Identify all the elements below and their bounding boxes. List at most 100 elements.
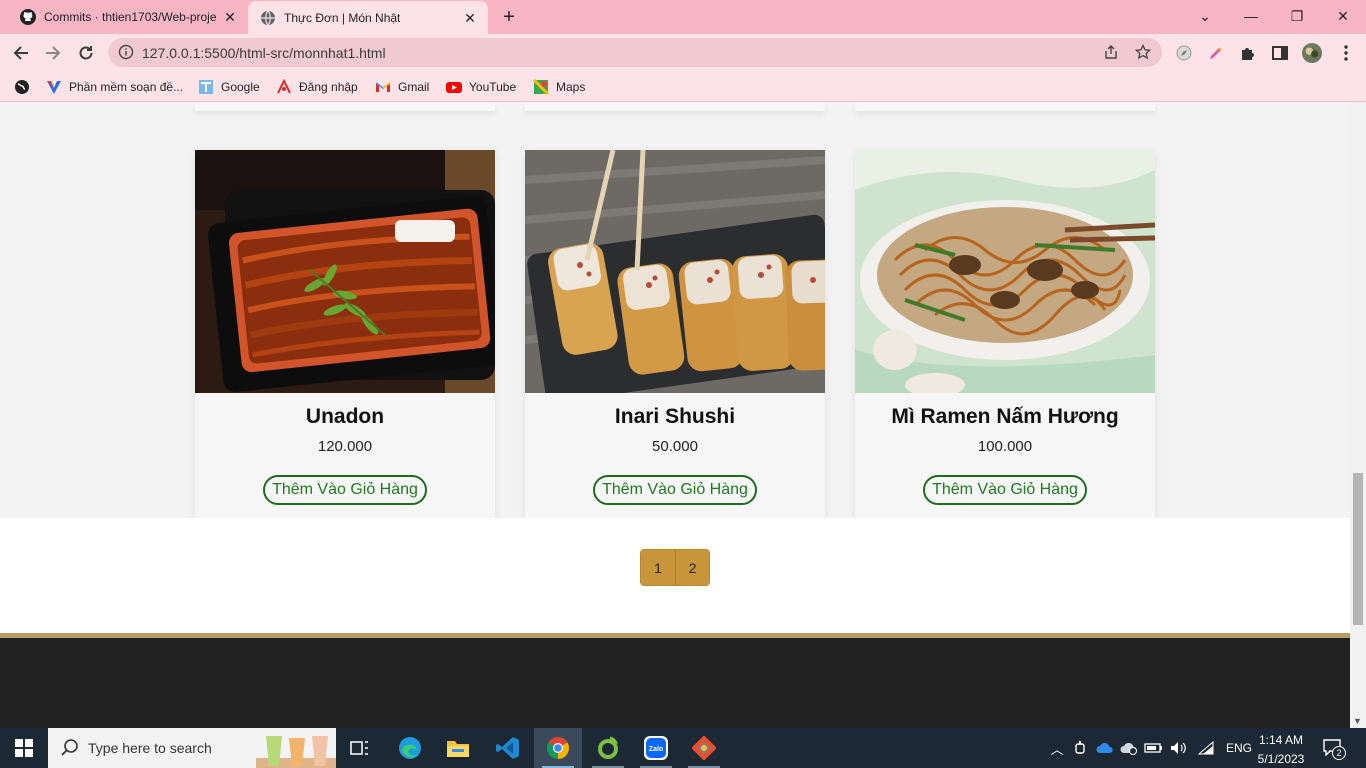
task-view-icon[interactable] bbox=[336, 728, 384, 768]
zalo-icon[interactable]: Zalo bbox=[632, 728, 680, 768]
bookmark-gmail[interactable]: Gmail bbox=[375, 78, 429, 96]
maps-icon bbox=[533, 79, 549, 95]
bubble-tea-icon bbox=[256, 736, 336, 768]
bookmark-google[interactable]: Google bbox=[198, 78, 260, 96]
add-to-cart-button[interactable]: Thêm Vào Giỏ Hàng bbox=[593, 475, 757, 505]
wifi-icon[interactable] bbox=[1198, 741, 1214, 755]
onedrive-sync-icon[interactable] bbox=[1120, 741, 1138, 755]
bookmarks-bar: Phần mềm soạn đề... Google Đăng nhập Gma… bbox=[0, 72, 1366, 102]
battery-icon[interactable] bbox=[1144, 742, 1164, 754]
share-icon[interactable] bbox=[1102, 43, 1120, 61]
chrome-menu-icon[interactable] bbox=[1336, 43, 1356, 63]
bookmark-maps[interactable]: Maps bbox=[533, 78, 585, 96]
tab-thuc-don[interactable]: Thực Đơn | Món Nhật ✕ bbox=[248, 1, 488, 34]
scrollbar-thumb[interactable] bbox=[1353, 473, 1363, 625]
world-icon bbox=[15, 80, 29, 94]
bookmark-label: Đăng nhập bbox=[299, 80, 358, 94]
windows-logo-icon bbox=[15, 739, 33, 757]
edge-browser-icon[interactable] bbox=[386, 728, 434, 768]
system-clock[interactable]: 1:14 AM 5/1/2023 bbox=[1250, 732, 1312, 767]
url-text: 127.0.0.1:5500/html-src/monnhat1.html bbox=[142, 45, 386, 61]
globe-icon bbox=[261, 10, 275, 25]
onedrive-cloud-icon[interactable] bbox=[1096, 742, 1114, 754]
notification-count-badge: 2 bbox=[1332, 746, 1346, 760]
gmail-icon bbox=[375, 82, 391, 92]
product-card-unadon: Unadon 120.000 Thêm Vào Giỏ Hàng bbox=[195, 150, 495, 520]
reload-icon[interactable] bbox=[73, 40, 99, 66]
bookmark-label: Maps bbox=[556, 80, 586, 94]
input-language[interactable]: ENG bbox=[1226, 741, 1252, 755]
bookmark-world[interactable] bbox=[14, 78, 37, 96]
svg-text:Zalo: Zalo bbox=[649, 746, 663, 753]
file-explorer-icon[interactable] bbox=[434, 728, 482, 768]
address-bar[interactable]: 127.0.0.1:5500/html-src/monnhat1.html bbox=[108, 38, 1162, 67]
bookmark-label: YouTube bbox=[469, 80, 517, 94]
system-tray: ︿ ENG bbox=[1048, 728, 1252, 768]
scroll-down-arrow-icon[interactable]: ▼ bbox=[1353, 716, 1362, 726]
vscode-icon[interactable] bbox=[484, 728, 532, 768]
youtube-icon bbox=[446, 82, 462, 93]
taskbar-search-box[interactable]: Type here to search bbox=[48, 728, 336, 768]
bookmark-label: Phần mềm soạn đề... bbox=[69, 80, 184, 94]
previous-card-bottom bbox=[195, 103, 495, 111]
page-button-2[interactable]: 2 bbox=[675, 550, 709, 585]
tab-commits[interactable]: Commits · thtien1703/Web-proje ✕ bbox=[8, 0, 248, 34]
search-placeholder: Type here to search bbox=[88, 740, 212, 756]
windows-taskbar: Type here to search Zalo ︿ ENG 1:14 AM 5… bbox=[0, 728, 1366, 768]
bookmark-dang-nhap[interactable]: Đăng nhập bbox=[276, 78, 358, 96]
meet-now-icon[interactable] bbox=[1074, 740, 1088, 756]
add-to-cart-button[interactable]: Thêm Vào Giỏ Hàng bbox=[263, 475, 427, 505]
unadon-image bbox=[195, 150, 495, 393]
side-panel-icon[interactable] bbox=[1270, 43, 1290, 63]
restore-button[interactable]: ❐ bbox=[1274, 0, 1320, 32]
footer bbox=[0, 638, 1350, 728]
close-tab-icon[interactable]: ✕ bbox=[462, 10, 478, 26]
chrome-taskbar-icon[interactable] bbox=[534, 728, 582, 768]
info-icon[interactable] bbox=[118, 44, 134, 60]
ramen-image bbox=[855, 150, 1155, 393]
github-icon bbox=[20, 9, 36, 25]
page-viewport: Unadon 120.000 Thêm Vào Giỏ Hàng Inari S… bbox=[0, 103, 1350, 728]
page-button-1[interactable]: 1 bbox=[641, 550, 675, 585]
v-logo-icon bbox=[47, 81, 61, 94]
browser-toolbar: 127.0.0.1:5500/html-src/monnhat1.html bbox=[0, 34, 1366, 72]
page-scrollbar[interactable]: ▼ bbox=[1350, 103, 1366, 728]
extension-pen-icon[interactable] bbox=[1206, 43, 1226, 63]
google-icon bbox=[199, 80, 213, 94]
add-to-cart-button[interactable]: Thêm Vào Giỏ Hàng bbox=[923, 475, 1087, 505]
start-button[interactable] bbox=[0, 728, 48, 768]
bookmark-youtube[interactable]: YouTube bbox=[446, 78, 516, 96]
forward-arrow-icon[interactable] bbox=[40, 40, 66, 66]
product-price: 100.000 bbox=[977, 438, 1033, 455]
extension-compass-icon[interactable] bbox=[1174, 43, 1194, 63]
show-hidden-icons-chevron-icon[interactable]: ︿ bbox=[1048, 739, 1066, 758]
bookmark-star-icon[interactable] bbox=[1134, 43, 1152, 61]
extensions-puzzle-icon[interactable] bbox=[1238, 43, 1258, 63]
previous-card-bottom bbox=[525, 103, 825, 111]
notification-center-icon[interactable]: 2 bbox=[1322, 738, 1346, 760]
tab-search-chevron-icon[interactable]: ⌄ bbox=[1182, 0, 1228, 32]
bookmark-label: Google bbox=[221, 80, 260, 94]
profile-avatar[interactable] bbox=[1302, 43, 1322, 63]
tab-title: Thực Đơn | Món Nhật bbox=[284, 10, 401, 25]
clock-date: 5/1/2023 bbox=[1257, 752, 1305, 766]
product-name: Inari Shushi bbox=[614, 405, 736, 428]
search-icon bbox=[61, 739, 78, 756]
product-price: 120.000 bbox=[317, 438, 373, 455]
clock-time: 1:14 AM bbox=[1258, 733, 1304, 747]
bookmark-label: Gmail bbox=[398, 80, 430, 94]
browser-titlebar: Commits · thtien1703/Web-proje ✕ Thực Đơ… bbox=[0, 0, 1366, 34]
product-card-mi-ramen-nam-huong: Mì Ramen Nấm Hương 100.000 Thêm Vào Giỏ … bbox=[855, 150, 1155, 520]
volume-icon[interactable] bbox=[1170, 741, 1186, 755]
minimize-button[interactable]: — bbox=[1228, 0, 1274, 32]
close-window-button[interactable]: ✕ bbox=[1320, 0, 1366, 32]
bookmark-soan-de[interactable]: Phần mềm soạn đề... bbox=[46, 78, 183, 96]
back-arrow-icon[interactable] bbox=[8, 40, 34, 66]
product-card-inari-shushi: Inari Shushi 50.000 Thêm Vào Giỏ Hàng bbox=[525, 150, 825, 520]
close-tab-icon[interactable]: ✕ bbox=[222, 9, 238, 25]
git-client-icon[interactable] bbox=[680, 728, 728, 768]
previous-card-bottom bbox=[855, 103, 1155, 111]
coc-coc-icon[interactable] bbox=[584, 728, 632, 768]
inari-sushi-image bbox=[525, 150, 825, 393]
new-tab-button[interactable]: + bbox=[498, 6, 520, 28]
